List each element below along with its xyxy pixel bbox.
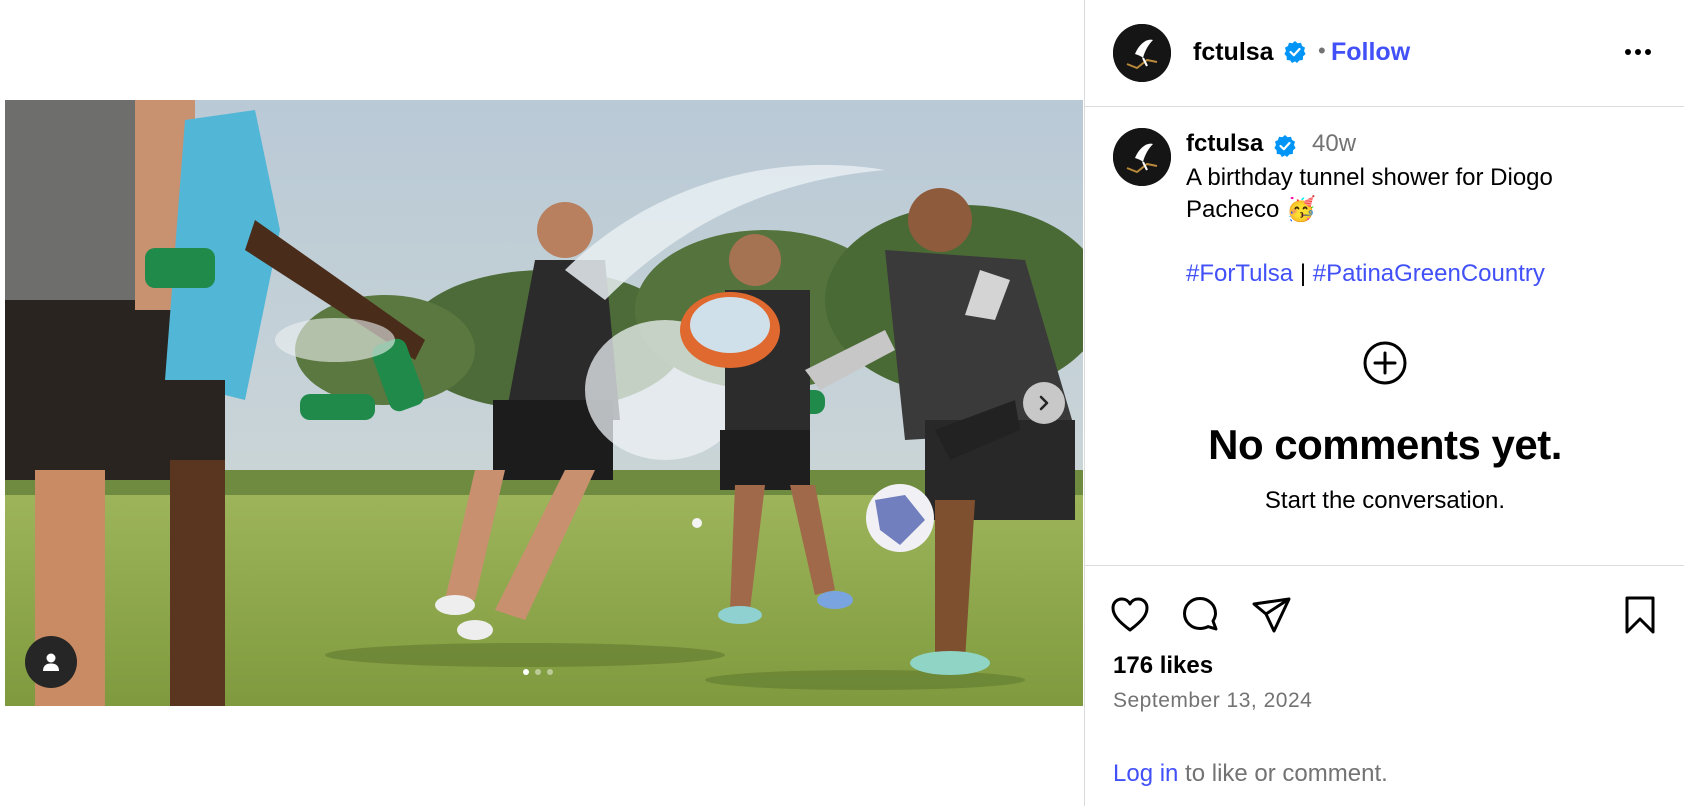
post-photo-image [5,100,1083,706]
share-icon [1252,597,1291,633]
carousel-dot [523,669,529,675]
caption-text: A birthday tunnel shower for Diogo Pache… [1186,164,1553,223]
next-slide-button[interactable] [1023,382,1065,424]
follow-button[interactable]: Follow [1331,38,1410,67]
post-header: fctulsa • Follow [1085,0,1684,107]
carousel-dot [547,669,553,675]
likes-count[interactable]: 176 likes [1113,652,1213,680]
user-icon [43,653,59,671]
plus-circle-icon [1363,341,1407,385]
comment-button[interactable] [1177,592,1223,638]
hashtag-separator: | [1299,260,1307,287]
verified-badge-icon [1274,135,1296,157]
no-comments-subtitle: Start the conversation. [1264,487,1506,514]
chevron-right-icon [1039,395,1049,411]
header-username[interactable]: fctulsa [1193,38,1274,67]
no-comments-title: No comments yet. [1208,421,1562,468]
caption-hashtags: #ForTulsa | #PatinaGreenCountry [1186,258,1545,290]
login-prompt: Log in to like or comment. [1113,760,1388,788]
caption-username[interactable]: fctulsa [1186,130,1263,158]
avatar[interactable] [1113,24,1171,82]
verified-badge-icon [1284,41,1306,63]
tagged-users-button[interactable] [25,636,77,688]
more-options-icon-dot [1645,49,1651,55]
post-photo[interactable] [5,100,1083,706]
avatar[interactable] [1113,128,1171,186]
more-options-button[interactable] [1619,36,1657,68]
heart-icon [1111,597,1149,632]
like-button[interactable] [1107,592,1153,638]
comments-empty-state: No comments yet. Start the conversation. [1085,340,1684,515]
post-side-panel: fctulsa • Follow fctulsa 40w A birthday … [1084,0,1684,806]
separator-dot: • [1318,38,1326,63]
carousel-dot [535,669,541,675]
post-date: September 13, 2024 [1113,689,1313,712]
hashtag-link[interactable]: #ForTulsa [1186,260,1293,287]
save-button[interactable] [1617,592,1663,638]
post-actions: 176 likes September 13, 2024 Log in to l… [1085,565,1684,806]
fctulsa-logo-icon [1113,24,1171,82]
bookmark-icon [1625,596,1655,634]
login-prompt-text: to like or comment. [1178,760,1388,787]
carousel-dots [523,669,553,675]
more-options-icon-dot [1625,49,1631,55]
post-timestamp[interactable]: 40w [1312,130,1356,158]
more-options-icon-dot [1635,49,1641,55]
share-button[interactable] [1249,592,1295,638]
fctulsa-logo-icon [1113,128,1171,186]
hashtag-link[interactable]: #PatinaGreenCountry [1313,260,1545,287]
comment-icon [1183,597,1218,631]
media-panel [5,0,1083,806]
login-link[interactable]: Log in [1113,760,1178,787]
